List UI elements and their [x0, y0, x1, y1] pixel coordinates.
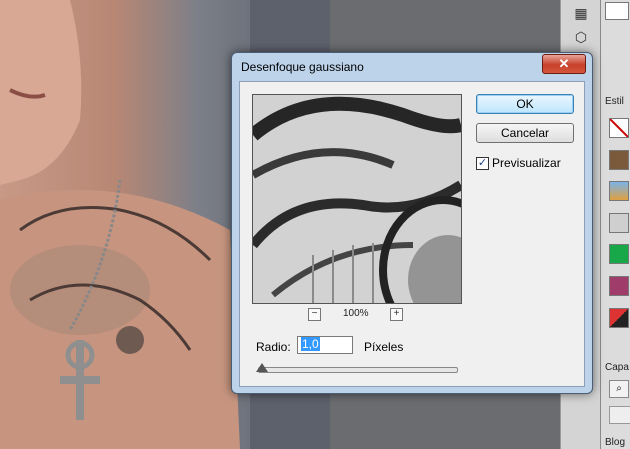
style-none-swatch[interactable]	[609, 118, 629, 138]
radius-slider-track[interactable]	[258, 367, 458, 373]
grid-icon[interactable]: ▦	[569, 2, 593, 24]
style-purple-swatch[interactable]	[609, 276, 629, 296]
close-icon: ✕	[558, 56, 570, 71]
radius-value: 1,0	[301, 337, 320, 351]
radius-slider-thumb[interactable]	[256, 363, 268, 372]
checkmark-icon: ✓	[477, 157, 488, 169]
style-green-swatch[interactable]	[609, 244, 629, 264]
cancel-button[interactable]: Cancelar	[476, 123, 574, 143]
layers-tab[interactable]: Capa	[605, 362, 629, 373]
layer-filter-field[interactable]	[609, 406, 630, 424]
zoom-in-button[interactable]: +	[390, 308, 403, 321]
dialog-titlebar[interactable]: Desenfoque gaussiano ✕	[232, 53, 592, 81]
search-icon[interactable]: ⌕	[609, 380, 629, 398]
radius-label: Radio:	[256, 340, 291, 354]
radius-unit-label: Píxeles	[364, 340, 404, 354]
style-red-swatch[interactable]	[609, 308, 629, 328]
blur-preview[interactable]	[252, 94, 462, 304]
radius-input[interactable]: 1,0	[297, 336, 353, 354]
style-brown-swatch[interactable]	[609, 150, 629, 170]
zoom-in-icon: +	[393, 308, 400, 319]
ok-button[interactable]: OK	[476, 94, 574, 114]
preview-checkbox[interactable]: ✓	[476, 157, 489, 170]
color-swatch-white[interactable]	[605, 2, 629, 20]
style-sky-swatch[interactable]	[609, 181, 629, 201]
no-style-icon	[609, 118, 629, 138]
blog-label: Blog	[605, 437, 626, 448]
zoom-out-button[interactable]: −	[308, 308, 321, 321]
gaussian-blur-dialog: Desenfoque gaussiano ✕ − 100% + OK Cance…	[231, 52, 593, 394]
dialog-title: Desenfoque gaussiano	[241, 60, 364, 74]
dialog-content: − 100% + OK Cancelar ✓ Previsualizar Rad…	[239, 81, 585, 387]
preview-checkbox-label[interactable]: Previsualizar	[492, 156, 561, 170]
styles-tab[interactable]: Estil	[605, 96, 624, 107]
preview-image	[253, 95, 461, 303]
style-grey-swatch[interactable]	[609, 213, 629, 233]
zoom-level: 100%	[343, 308, 369, 319]
styles-panel: Estil Capa ⌕ Blog	[600, 0, 630, 449]
zoom-out-icon: −	[311, 308, 318, 319]
close-button[interactable]: ✕	[542, 54, 586, 74]
cube-icon[interactable]: ⬡	[569, 26, 593, 48]
